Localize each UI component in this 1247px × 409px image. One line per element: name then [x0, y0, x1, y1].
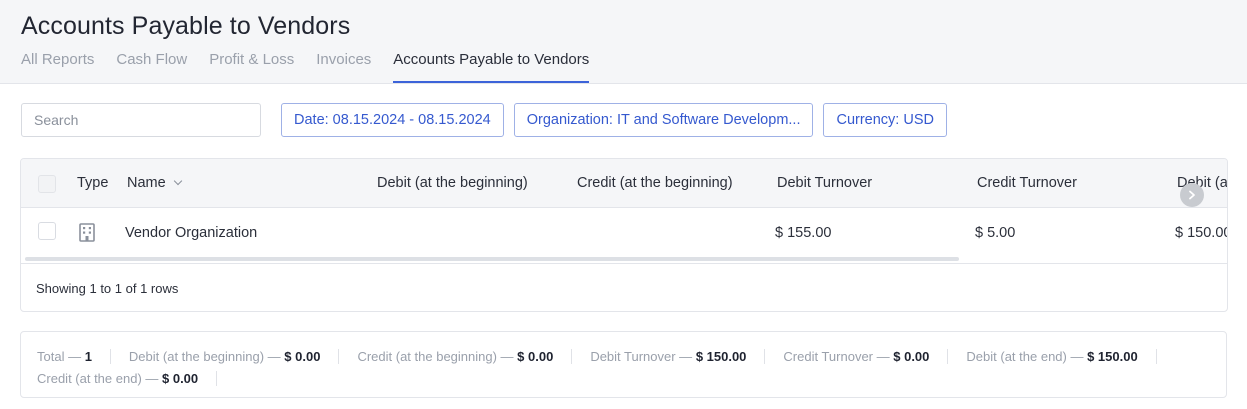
tab-accounts-payable[interactable]: Accounts Payable to Vendors: [393, 51, 590, 83]
tab-all-reports[interactable]: All Reports: [21, 51, 94, 83]
column-header-credit-beginning: Credit (at the beginning): [577, 175, 733, 191]
row-checkbox[interactable]: [38, 222, 56, 240]
cell-debit-end: $ 150.00: [1175, 225, 1228, 241]
column-header-name-label: Name: [127, 175, 166, 191]
table-row[interactable]: Vendor Organization $ 155.00 $ 5.00 $ 15…: [21, 208, 1227, 264]
total-debit-turnover: Debit Turnover — $ 150.00: [590, 348, 766, 364]
total-credit-beginning: Credit (at the beginning) — $ 0.00: [357, 348, 573, 364]
search-input[interactable]: [21, 103, 261, 137]
date-filter-button[interactable]: Date: 08.15.2024 - 08.15.2024: [281, 103, 504, 137]
column-header-name[interactable]: Name: [127, 159, 182, 208]
filter-bar: Date: 08.15.2024 - 08.15.2024 Organizati…: [21, 103, 947, 137]
horizontal-scrollbar[interactable]: [25, 257, 959, 261]
select-all-checkbox[interactable]: [38, 175, 56, 193]
organization-filter-button[interactable]: Organization: IT and Software Developm..…: [513, 103, 814, 137]
cell-credit-turnover: $ 5.00: [975, 225, 1016, 241]
total-credit-turnover: Credit Turnover — $ 0.00: [783, 348, 949, 364]
building-icon: [79, 223, 95, 242]
total-count: Total — 1: [37, 348, 111, 364]
total-debit-beginning: Debit (at the beginning) — $ 0.00: [129, 348, 340, 364]
tab-profit-loss[interactable]: Profit & Loss: [209, 51, 294, 83]
column-header-debit-beginning: Debit (at the beginning): [377, 175, 528, 191]
data-table: Type Name Debit (at the beginning) Credi…: [20, 158, 1228, 312]
column-header-debit-turnover: Debit Turnover: [777, 175, 873, 191]
column-header-type: Type: [77, 175, 109, 191]
cell-debit-turnover: $ 155.00: [775, 225, 832, 241]
totals-summary: Total — 1 Debit (at the beginning) — $ 0…: [20, 331, 1227, 398]
tab-cash-flow[interactable]: Cash Flow: [116, 51, 187, 83]
chevron-down-icon: [173, 176, 182, 186]
tab-invoices[interactable]: Invoices: [316, 51, 371, 83]
page-title: Accounts Payable to Vendors: [21, 12, 351, 40]
page-header: Accounts Payable to Vendors All Reports …: [0, 0, 1247, 84]
cell-name: Vendor Organization: [125, 225, 258, 241]
column-header-credit-turnover: Credit Turnover: [977, 175, 1077, 191]
scroll-right-button[interactable]: [1180, 183, 1204, 207]
pagination-info: Showing 1 to 1 of 1 rows: [36, 281, 179, 296]
total-debit-end: Debit (at the end) — $ 150.00: [966, 348, 1157, 364]
total-credit-end: Credit (at the end) — $ 0.00: [37, 370, 218, 386]
report-tabs: All Reports Cash Flow Profit & Loss Invo…: [21, 51, 611, 83]
currency-filter-button[interactable]: Currency: USD: [823, 103, 947, 137]
chevron-right-icon: [1189, 190, 1195, 200]
table-header: Type Name Debit (at the beginning) Credi…: [21, 159, 1227, 208]
